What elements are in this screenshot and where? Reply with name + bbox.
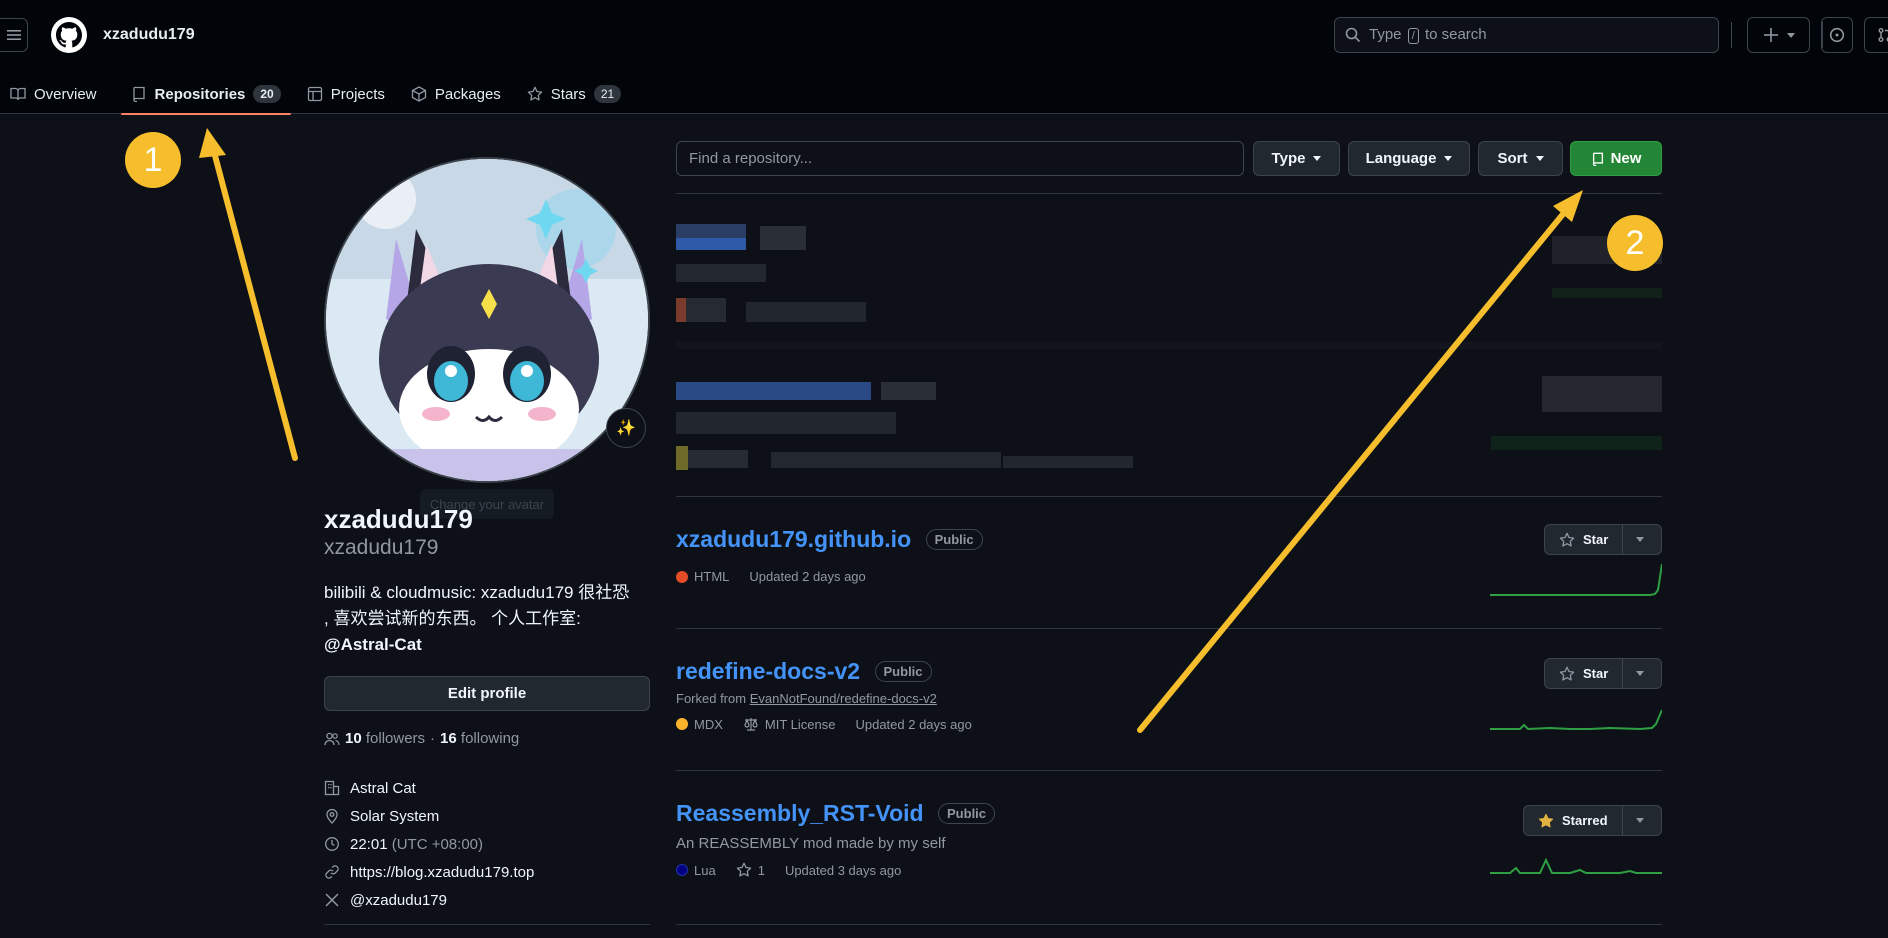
annotation-callout-2: 2 <box>1607 215 1663 271</box>
annotation-callout-1: 1 <box>125 132 181 188</box>
annotation-arrows <box>199 128 1583 733</box>
